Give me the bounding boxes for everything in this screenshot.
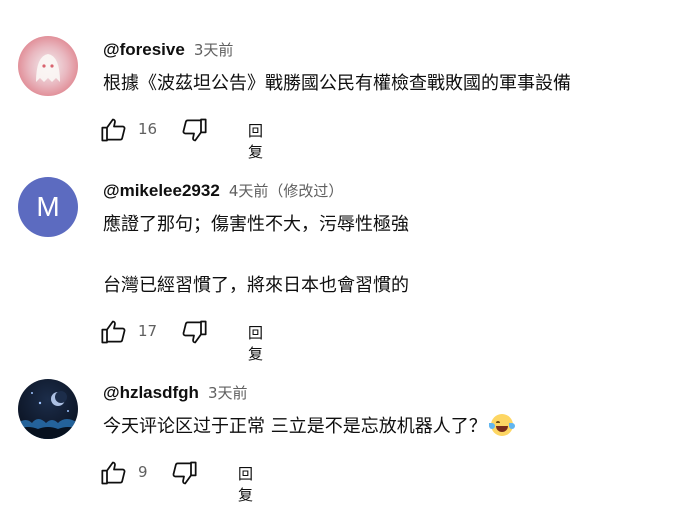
- dislike-button[interactable]: [180, 116, 208, 144]
- thumbs-down-icon: [182, 118, 207, 142]
- avatar[interactable]: M: [18, 177, 78, 237]
- comment-text-body: 今天评论区过于正常 三立是不是忘放机器人了？: [103, 416, 487, 437]
- like-count: 17: [138, 322, 158, 340]
- laughing-tears-emoji-icon: [488, 414, 515, 436]
- thumbs-down-icon: [182, 320, 207, 344]
- avatar[interactable]: [18, 379, 78, 439]
- dislike-button[interactable]: [180, 318, 208, 346]
- comment-text: 根據《波茲坦公告》戰勝國公民有權檢查戰敗國的軍事設備: [103, 73, 571, 94]
- comment-timestamp[interactable]: 3天前: [194, 41, 234, 59]
- comment-text: 應證了那句；傷害性不大，污辱性極強: [103, 214, 409, 235]
- comment-author[interactable]: @foresive: [103, 40, 185, 59]
- like-button[interactable]: [100, 116, 128, 144]
- thumbs-down-icon: [172, 461, 197, 485]
- comment-header: @foresive 3天前: [103, 40, 233, 60]
- thumbs-up-icon: [101, 118, 126, 142]
- comment-text: 台灣已經習慣了，將來日本也會習慣的: [103, 275, 409, 296]
- comment-timestamp[interactable]: 3天前: [208, 384, 248, 402]
- reply-button[interactable]: 回复: [248, 322, 263, 364]
- like-button[interactable]: [100, 459, 128, 487]
- like-count: 16: [138, 120, 158, 138]
- like-button[interactable]: [100, 318, 128, 346]
- comment-author[interactable]: @hzlasdfgh: [103, 383, 199, 402]
- thumbs-up-icon: [101, 461, 126, 485]
- dislike-button[interactable]: [170, 459, 198, 487]
- ghost-avatar-icon: [36, 54, 60, 82]
- comment-text: 今天评论区过于正常 三立是不是忘放机器人了？: [103, 414, 515, 439]
- comment-timestamp[interactable]: 4天前（修改过）: [229, 182, 344, 200]
- comment-header: @mikelee2932 4天前（修改过）: [103, 181, 343, 201]
- comment-author[interactable]: @mikelee2932: [103, 181, 220, 200]
- concert-crowd-avatar-icon: [18, 391, 78, 439]
- reply-button[interactable]: 回复: [248, 120, 263, 162]
- comment-header: @hzlasdfgh 3天前: [103, 383, 248, 403]
- like-count: 9: [138, 463, 148, 481]
- reply-button[interactable]: 回复: [238, 463, 253, 505]
- avatar[interactable]: [18, 36, 78, 96]
- thumbs-up-icon: [101, 320, 126, 344]
